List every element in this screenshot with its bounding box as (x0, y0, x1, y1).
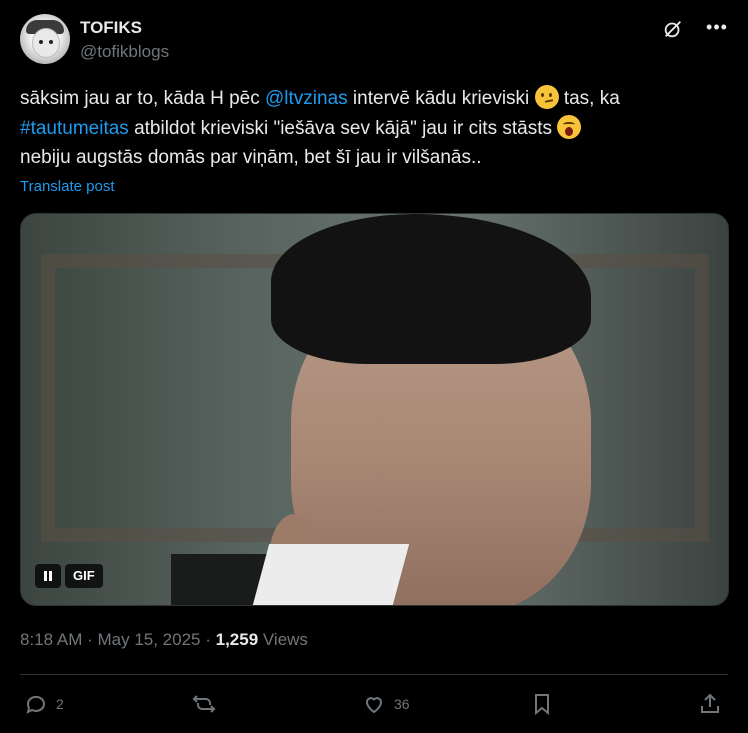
tweet-text-part: atbildot krieviski "iešāva sev kājā" jau… (128, 117, 558, 139)
gif-media[interactable]: GIF (20, 213, 729, 606)
figure-hair (271, 214, 591, 364)
share-icon (701, 693, 719, 713)
tweet-text: sāksim jau ar to, kāda H pēc @ltvzinas i… (20, 84, 720, 173)
tweet-text-part: intervē kādu krieviski (347, 88, 535, 109)
action-bar: 2 36 (20, 690, 728, 720)
views-label: Views (258, 630, 308, 649)
pause-icon[interactable] (35, 564, 61, 588)
tweet-header: TOFIKS @tofikblogs ••• (20, 14, 728, 66)
reply-count: 2 (56, 696, 64, 712)
tweet-text-part: tas, ka (558, 88, 620, 109)
repost-button[interactable] (192, 690, 224, 718)
avatar[interactable] (20, 14, 70, 64)
avatar-eye (39, 40, 43, 44)
hashtag-link[interactable]: #tautumeitas (20, 118, 129, 139)
post-date[interactable]: May 15, 2025 (97, 630, 200, 649)
gif-controls: GIF (35, 564, 103, 588)
repost-icon (192, 695, 216, 713)
avatar-eye (49, 40, 53, 44)
mention-link[interactable]: @ltvzinas (265, 88, 348, 109)
figure-collar (252, 544, 410, 605)
tweet-text-part: nebiju augstās domās par viņām, bet šī j… (20, 147, 482, 168)
avatar-face (32, 28, 60, 58)
tweet-meta: 8:18 AM · May 15, 2025 · 1,259 Views (20, 630, 308, 650)
grok-icon[interactable] (662, 18, 684, 40)
post-time[interactable]: 8:18 AM (20, 630, 82, 649)
divider (20, 674, 728, 675)
like-count: 36 (394, 696, 410, 712)
separator: · (200, 630, 216, 649)
more-options-icon[interactable]: ••• (706, 18, 728, 40)
like-button[interactable]: 36 (362, 690, 410, 718)
separator: · (82, 630, 98, 649)
reply-button[interactable]: 2 (24, 690, 64, 718)
bookmark-icon (535, 694, 549, 716)
reply-icon (26, 695, 45, 714)
share-button[interactable] (698, 690, 722, 718)
bookmark-button[interactable] (530, 690, 554, 718)
yawning-face-emoji-icon (557, 114, 582, 139)
thinking-face-emoji-icon (534, 85, 559, 109)
gif-badge: GIF (65, 564, 103, 588)
tweet-text-part: sāksim jau ar to, kāda H pēc (20, 88, 265, 109)
heart-icon (365, 697, 383, 714)
views-count: 1,259 (215, 630, 259, 649)
translate-post-link[interactable]: Translate post (20, 178, 115, 195)
author-name[interactable]: TOFIKS (80, 18, 142, 38)
author-handle[interactable]: @tofikblogs (80, 42, 169, 62)
